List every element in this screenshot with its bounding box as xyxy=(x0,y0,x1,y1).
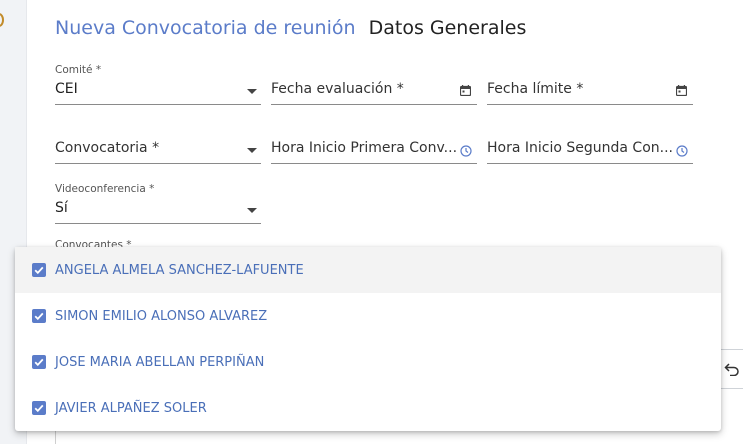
calendar-icon[interactable] xyxy=(676,85,687,96)
convocantes-field-edge xyxy=(55,431,56,444)
caret-down-icon[interactable] xyxy=(247,89,257,94)
fecha-evaluacion-placeholder: Fecha evaluación * xyxy=(271,81,404,97)
fecha-limite-input[interactable]: Fecha límite * xyxy=(487,64,693,105)
convocante-option[interactable]: SIMON EMILIO ALONSO ALVAREZ xyxy=(15,293,721,339)
comite-underline xyxy=(55,104,261,105)
fecha-limite-placeholder: Fecha límite * xyxy=(487,81,584,97)
convocantes-dropdown: ANGELA ALMELA SANCHEZ-LAFUENTE SIMON EMI… xyxy=(15,247,721,431)
fecha-evaluacion-input[interactable]: Fecha evaluación * xyxy=(271,64,477,105)
page-header: Nueva Convocatoria de reunión Datos Gene… xyxy=(55,17,526,39)
videoconferencia-label: Videoconferencia * xyxy=(55,183,155,195)
checkbox-checked-icon[interactable] xyxy=(32,401,46,415)
convocatoria-placeholder: Convocatoria * xyxy=(55,140,160,156)
convocante-option[interactable]: JOSE MARIA ABELLAN PERPIÑAN xyxy=(15,339,721,385)
partial-icon xyxy=(0,13,4,27)
caret-down-icon[interactable] xyxy=(247,148,257,153)
checkbox-checked-icon[interactable] xyxy=(32,309,46,323)
convocante-option-label: SIMON EMILIO ALONSO ALVAREZ xyxy=(55,308,268,324)
fecha-evaluacion-underline xyxy=(271,104,477,105)
convocante-option[interactable]: ANGELA ALMELA SANCHEZ-LAFUENTE xyxy=(15,247,721,293)
undo-icon xyxy=(724,363,739,376)
clock-icon[interactable] xyxy=(460,145,472,157)
comite-label: Comité * xyxy=(55,64,102,76)
hora-inicio-segunda-input[interactable]: Hora Inicio Segunda Con... xyxy=(487,123,693,164)
convocante-option[interactable]: JAVIER ALPAÑEZ SOLER xyxy=(15,385,721,431)
checkbox-checked-icon[interactable] xyxy=(32,355,46,369)
convocante-option-label: JOSE MARIA ABELLAN PERPIÑAN xyxy=(55,354,265,370)
convocante-option-label: ANGELA ALMELA SANCHEZ-LAFUENTE xyxy=(55,262,304,278)
hora-inicio-primera-placeholder: Hora Inicio Primera Conv... xyxy=(271,140,457,156)
convocatoria-underline xyxy=(55,163,261,164)
convocatoria-select[interactable]: Convocatoria * xyxy=(55,123,261,164)
hora-inicio-segunda-placeholder: Hora Inicio Segunda Con... xyxy=(487,140,673,156)
convocante-option-label: JAVIER ALPAÑEZ SOLER xyxy=(55,400,207,416)
checkbox-checked-icon[interactable] xyxy=(32,263,46,277)
clock-icon[interactable] xyxy=(676,145,688,157)
videoconferencia-select[interactable]: Videoconferencia * Sí xyxy=(55,183,261,224)
comite-value: CEI xyxy=(55,81,78,97)
page-subtitle: Datos Generales xyxy=(368,17,527,39)
page-title: Nueva Convocatoria de reunión xyxy=(55,17,356,39)
fecha-limite-underline xyxy=(487,104,693,105)
calendar-icon[interactable] xyxy=(460,85,471,96)
caret-down-icon[interactable] xyxy=(247,208,257,213)
hora-inicio-primera-underline xyxy=(271,163,477,164)
comite-select[interactable]: Comité * CEI xyxy=(55,64,261,105)
videoconferencia-underline xyxy=(55,223,261,224)
videoconferencia-value: Sí xyxy=(55,200,68,216)
hora-inicio-primera-input[interactable]: Hora Inicio Primera Conv... xyxy=(271,123,477,164)
hora-inicio-segunda-underline xyxy=(487,163,693,164)
